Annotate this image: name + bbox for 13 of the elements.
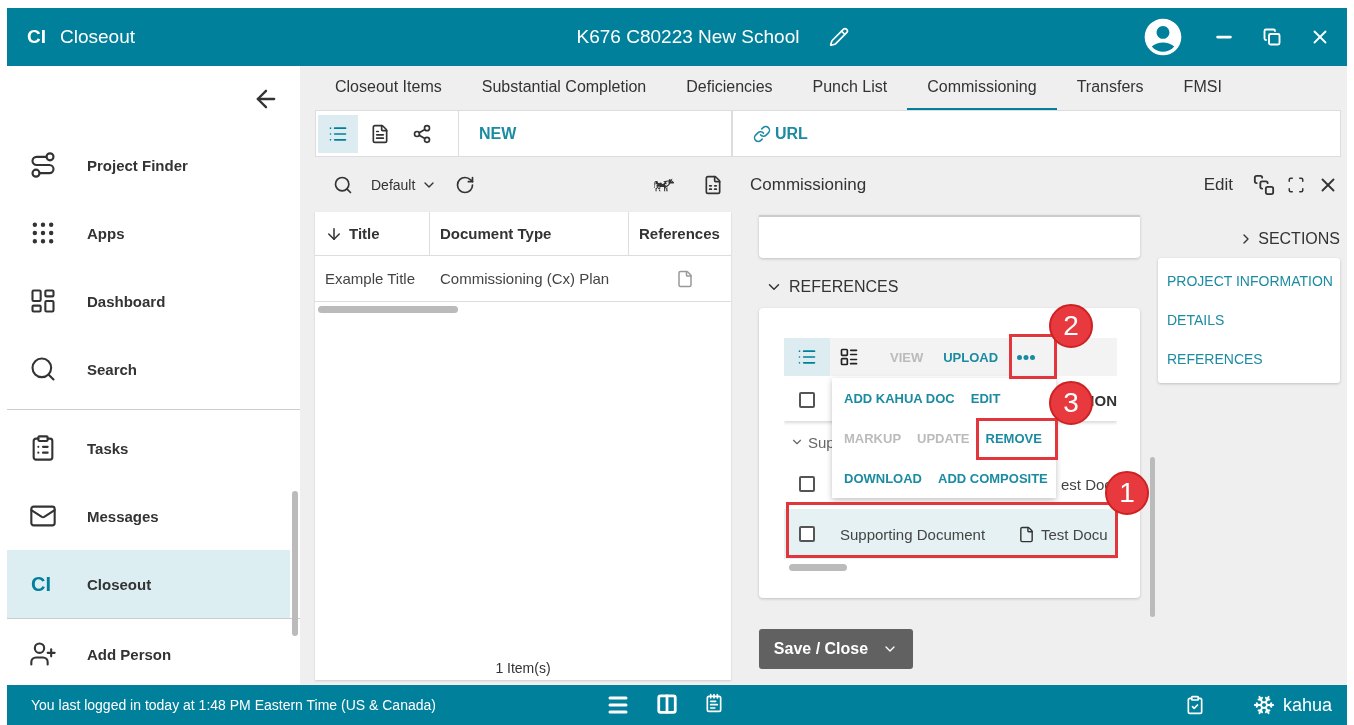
sections-title: SECTIONS xyxy=(1258,230,1340,248)
app-logo: CI xyxy=(27,26,46,48)
item-count: 1 Item(s) xyxy=(494,660,552,678)
closeout-logo: CI xyxy=(30,572,52,596)
status-message: You last logged in today at 1:48 PM Eastern Time (US & Canada) xyxy=(31,697,437,713)
project-title: K676 C80223 New School xyxy=(576,26,800,48)
app-name: Closeout xyxy=(60,26,135,48)
brand-name: kahua xyxy=(1282,694,1332,716)
panel-title: Commissioning xyxy=(750,174,868,195)
table-cell-text: Example Title xyxy=(324,270,417,287)
section-title: REFERENCES xyxy=(789,278,899,296)
step-badge: 2 xyxy=(1049,304,1093,348)
table-cell-text: Commissioning (Cx) Plan xyxy=(439,270,611,287)
